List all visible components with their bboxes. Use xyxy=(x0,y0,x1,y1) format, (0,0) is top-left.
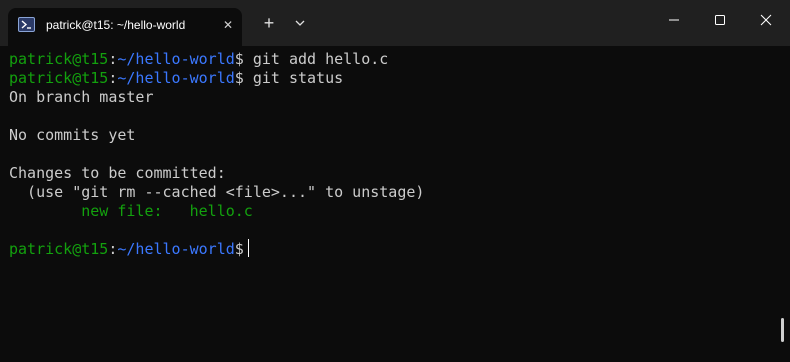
output-line: (use "git rm --cached <file>..." to unst… xyxy=(9,183,425,201)
output-line: Changes to be committed: xyxy=(9,164,226,182)
maximize-icon[interactable] xyxy=(697,0,743,40)
terminal-prompt-line: patrick@t15:~/hello-world$ xyxy=(9,239,249,258)
prompt-symbol: $ xyxy=(234,69,244,87)
terminal-window: patrick@t15: ~/hello-world ✕ + patrick@t… xyxy=(0,0,790,362)
minimize-icon[interactable] xyxy=(651,0,697,40)
prompt-user-host: patrick@t15 xyxy=(9,69,109,87)
terminal-content[interactable]: patrick@t15:~/hello-world$ git add hello… xyxy=(0,46,790,362)
close-window-icon[interactable] xyxy=(743,0,789,40)
tab-terminal[interactable]: patrick@t15: ~/hello-world ✕ xyxy=(8,8,242,46)
prompt-user-host: patrick@t15 xyxy=(9,240,109,258)
output-line: No commits yet xyxy=(9,126,136,144)
tab-title: patrick@t15: ~/hello-world xyxy=(46,18,186,32)
chevron-down-icon[interactable] xyxy=(290,13,310,33)
command-text: git status xyxy=(243,69,344,87)
terminal-line: patrick@t15:~/hello-world$ git add hello… xyxy=(9,50,388,69)
output-line: On branch master xyxy=(9,88,154,106)
terminal-line: patrick@t15:~/hello-world$ git status xyxy=(9,69,343,88)
prompt-path: ~/hello-world xyxy=(117,69,235,87)
powershell-terminal-icon xyxy=(18,17,35,32)
prompt-symbol: $ xyxy=(234,50,244,68)
new-tab-button[interactable]: + xyxy=(258,12,280,34)
staged-file-line: new file: hello.c xyxy=(9,202,253,220)
command-text: git add hello.c xyxy=(243,50,389,68)
scrollbar-thumb[interactable] xyxy=(781,318,784,342)
prompt-path: ~/hello-world xyxy=(117,50,235,68)
close-tab-icon[interactable]: ✕ xyxy=(221,18,235,32)
prompt-path: ~/hello-world xyxy=(117,240,235,258)
text-cursor xyxy=(247,239,249,257)
prompt-symbol: $ xyxy=(234,240,244,258)
title-bar[interactable]: patrick@t15: ~/hello-world ✕ + xyxy=(0,0,790,46)
prompt-user-host: patrick@t15 xyxy=(9,50,109,68)
